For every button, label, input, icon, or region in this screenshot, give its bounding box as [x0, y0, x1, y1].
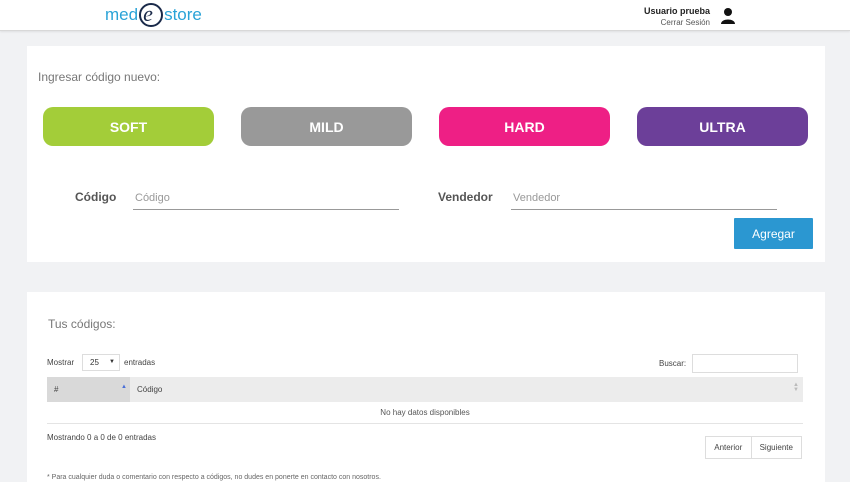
logo-e-mark: e: [139, 1, 164, 27]
seller-input[interactable]: [511, 186, 777, 210]
logout-link[interactable]: Cerrar Sesión: [661, 18, 710, 27]
user-icon[interactable]: [720, 7, 736, 24]
code-label: Código: [75, 190, 117, 204]
seller-label: Vendedor: [438, 190, 493, 204]
page-size-select[interactable]: 25 ▼: [82, 354, 120, 371]
codes-card: Tus códigos: Mostrar 25 ▼ entradas Busca…: [27, 292, 825, 482]
search-label: Buscar:: [659, 359, 687, 368]
level-soft-button[interactable]: SOFT: [43, 107, 214, 146]
add-button[interactable]: Agregar: [734, 218, 813, 249]
search-input[interactable]: [692, 354, 798, 373]
footnote: * Para cualquier duda o comentario con r…: [47, 474, 381, 481]
level-hard-button[interactable]: HARD: [439, 107, 610, 146]
new-code-title: Ingresar código nuevo:: [38, 70, 161, 84]
logo-text-store: store: [164, 5, 202, 24]
codes-title: Tus códigos:: [48, 317, 116, 331]
column-header-number[interactable]: # ▲: [47, 377, 130, 402]
sort-both-icon: ▲ ▼: [793, 382, 799, 393]
top-header: med e store Usuario prueba Cerrar Sesión: [0, 0, 850, 31]
medestore-logo[interactable]: med e store: [105, 1, 202, 27]
caret-down-icon: ▼: [109, 359, 115, 365]
level-mild-button[interactable]: MILD: [241, 107, 412, 146]
previous-page-button[interactable]: Anterior: [706, 437, 752, 458]
table-header: # ▲ Código ▲ ▼: [47, 377, 803, 402]
logo-text-med: med: [105, 5, 139, 24]
next-page-button[interactable]: Siguiente: [752, 437, 801, 458]
empty-table-row: No hay datos disponibles: [47, 402, 803, 424]
new-code-card: Ingresar código nuevo: SOFT MILD HARD UL…: [27, 46, 825, 262]
level-ultra-button[interactable]: ULTRA: [637, 107, 808, 146]
column-header-code[interactable]: Código: [137, 385, 162, 394]
pagination: Anterior Siguiente: [705, 436, 802, 459]
user-name: Usuario prueba: [643, 6, 710, 16]
show-label: Mostrar: [47, 358, 75, 367]
table-info: Mostrando 0 a 0 de 0 entradas: [47, 433, 156, 442]
code-input[interactable]: [133, 186, 399, 210]
sort-asc-icon: ▲: [121, 384, 127, 390]
page-size-value: 25: [90, 358, 99, 367]
entries-label: entradas: [124, 358, 156, 367]
